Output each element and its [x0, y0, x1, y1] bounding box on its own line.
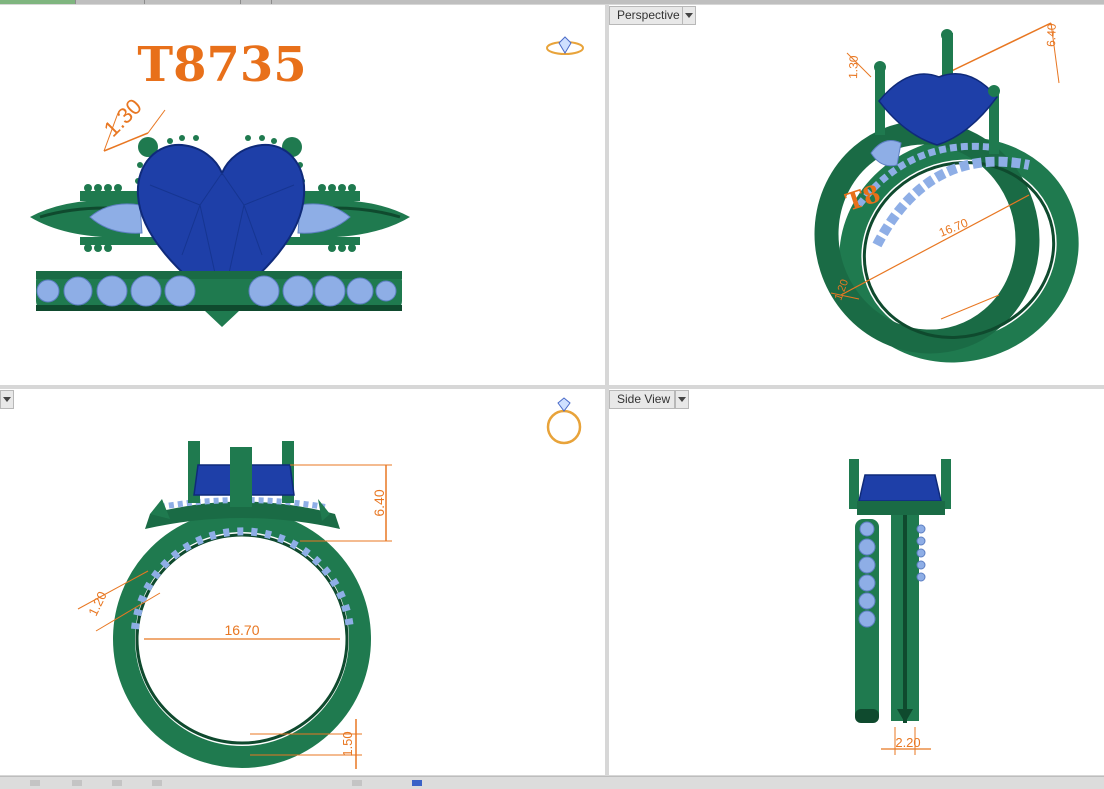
- viewport-front[interactable]: T8735 1.30: [0, 5, 605, 385]
- ring-shanks: [814, 120, 1079, 363]
- dimension-inner: 16.70: [144, 622, 340, 640]
- band-shanks: [855, 515, 926, 723]
- top-view-render: 6.40 1.20 16.70 1.50: [77, 441, 392, 769]
- front-view-render: T8735 1.30: [30, 37, 410, 327]
- viewport-side[interactable]: Side View 2.20: [609, 389, 1104, 775]
- viewport-menu-dropdown[interactable]: [675, 390, 689, 409]
- ring-top-icon[interactable]: [544, 397, 584, 447]
- viewport-label-perspective[interactable]: Perspective: [609, 6, 685, 25]
- viewport-label-side[interactable]: Side View: [609, 390, 676, 409]
- wedding-band: [36, 271, 402, 311]
- ring-head: [849, 459, 951, 515]
- svg-text:1.30: 1.30: [846, 55, 861, 79]
- model-title: T8735: [137, 37, 306, 93]
- viewport-perspective[interactable]: Perspective 6.40 1.30 T8 16.70 1.20: [609, 5, 1104, 385]
- svg-text:16.70: 16.70: [937, 215, 970, 239]
- svg-text:1.30: 1.30: [99, 94, 147, 142]
- status-icon[interactable]: [30, 780, 40, 786]
- document-tab-strip: [0, 0, 1104, 4]
- viewport-top[interactable]: 6.40 1.20 16.70 1.50: [0, 389, 605, 775]
- svg-text:6.40: 6.40: [1044, 23, 1059, 47]
- document-tab[interactable]: [241, 0, 272, 4]
- viewport-menu-dropdown[interactable]: [0, 390, 14, 409]
- svg-text:6.40: 6.40: [371, 489, 387, 516]
- status-icon[interactable]: [152, 780, 162, 786]
- side-view-render: 2.20: [849, 459, 951, 755]
- svg-text:2.20: 2.20: [895, 735, 920, 750]
- ring-front-icon[interactable]: [545, 35, 585, 59]
- status-icon[interactable]: [412, 780, 422, 786]
- document-tab[interactable]: [145, 0, 241, 4]
- dimension-prong: 1.30: [846, 52, 872, 79]
- dimension-width: 2.20: [881, 727, 931, 755]
- document-tab[interactable]: [0, 0, 76, 4]
- status-icon[interactable]: [352, 780, 362, 786]
- status-bar: [0, 776, 1104, 789]
- svg-text:1.50: 1.50: [340, 731, 355, 756]
- status-icon[interactable]: [72, 780, 82, 786]
- perspective-view-render: 6.40 1.30 T8 16.70 1.20: [814, 22, 1079, 363]
- viewport-menu-dropdown[interactable]: [682, 6, 696, 25]
- status-icon[interactable]: [112, 780, 122, 786]
- document-tab[interactable]: [76, 0, 145, 4]
- svg-text:16.70: 16.70: [224, 622, 259, 638]
